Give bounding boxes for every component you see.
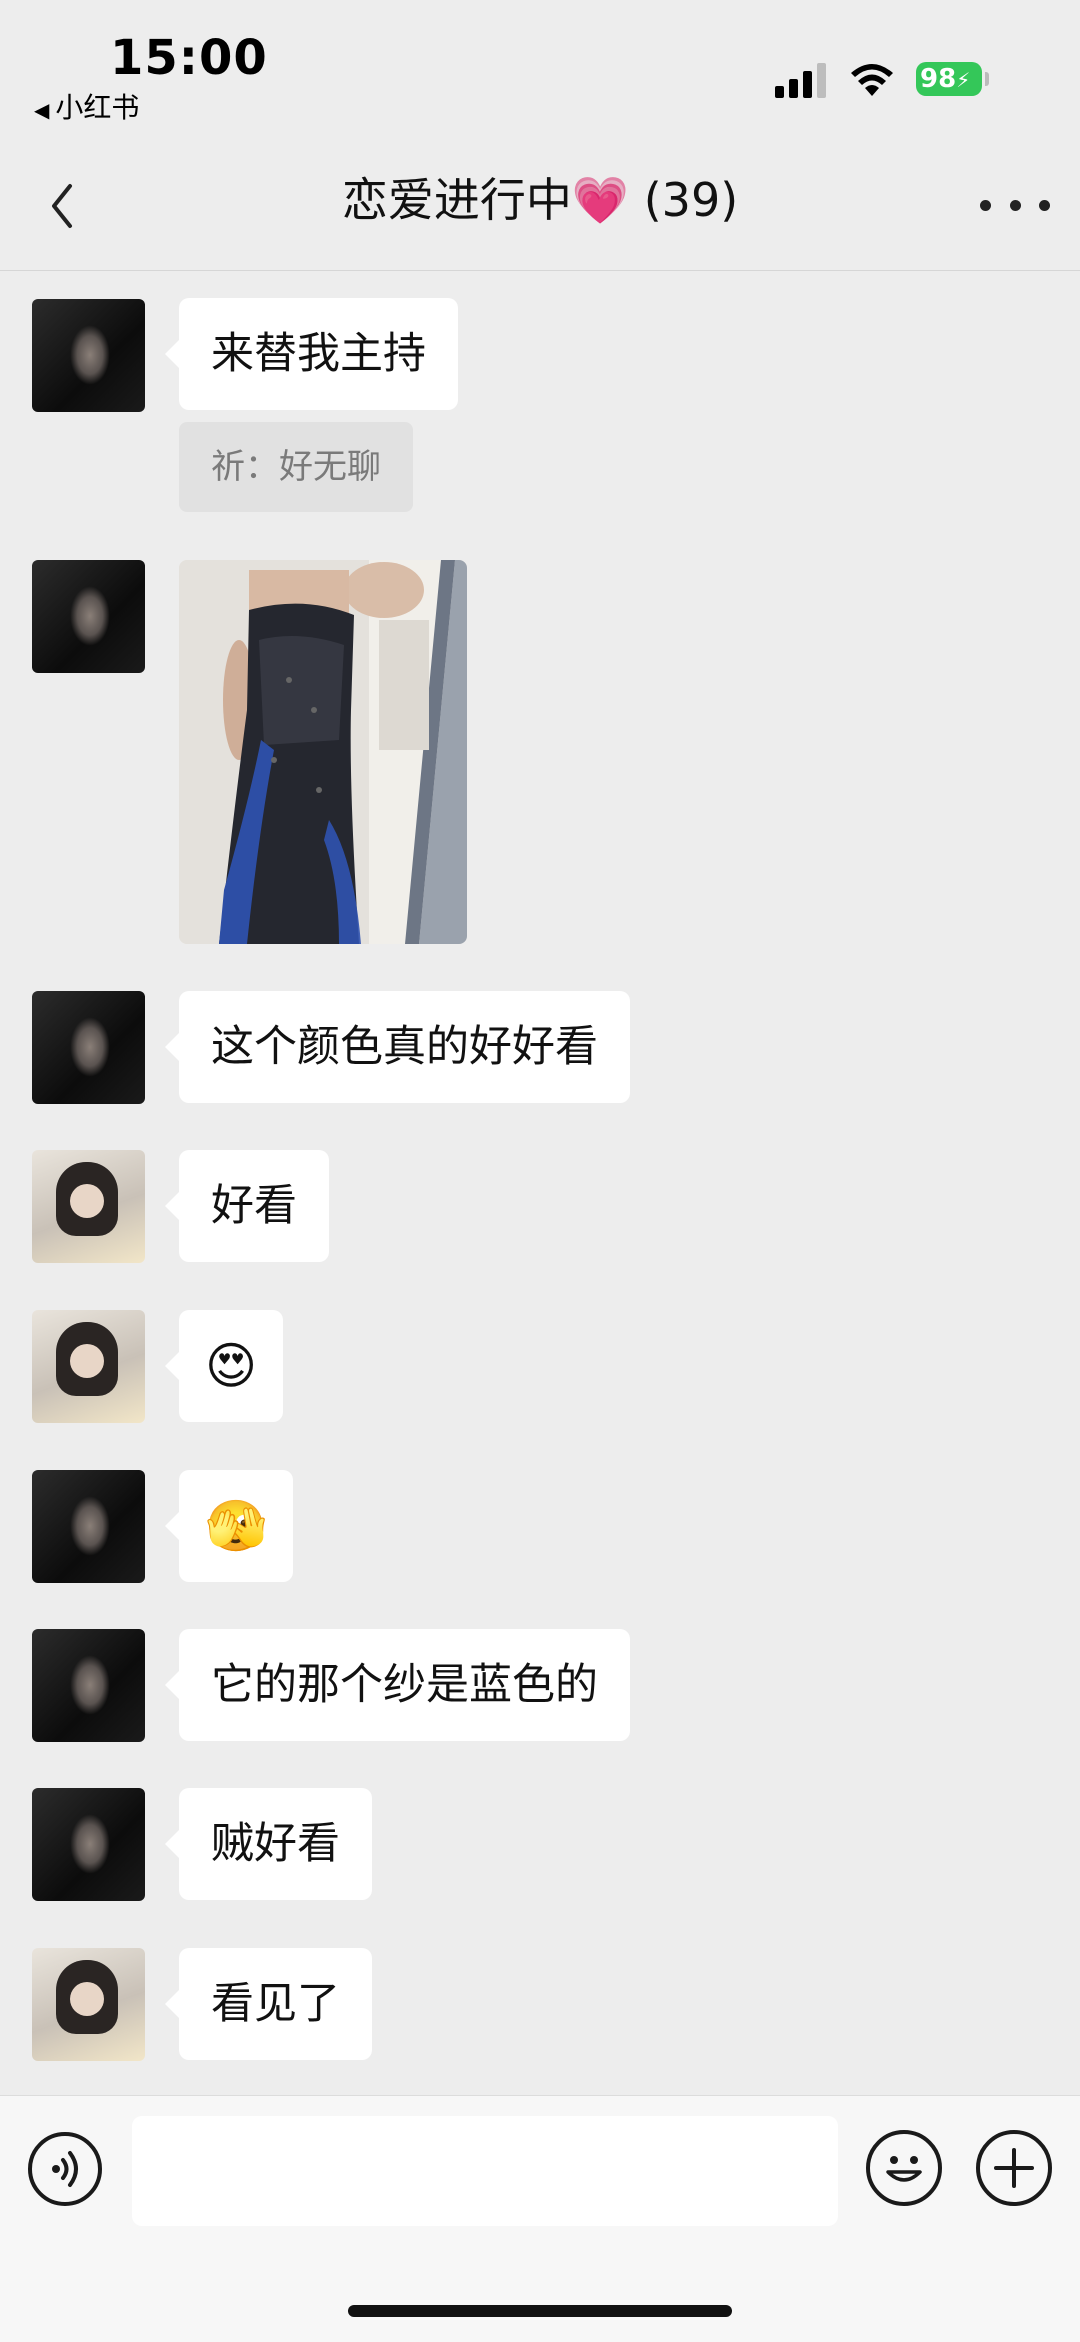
message-bubble[interactable]: 😍: [164, 1310, 284, 1422]
avatar[interactable]: [32, 1788, 145, 1901]
heart-emoji: 💗: [571, 173, 630, 227]
more-actions-button[interactable]: [976, 2130, 1052, 2206]
back-to-app-link[interactable]: ◀ 小红书: [34, 86, 139, 126]
dot-icon: [980, 199, 991, 211]
avatar[interactable]: [32, 1310, 145, 1423]
charging-bolt-icon: ⚡: [956, 68, 971, 92]
status-bar: 15:00 ◀ 小红书 98⚡: [0, 0, 1080, 140]
member-count: (39): [643, 173, 739, 227]
group-name: 恋爱进行中: [341, 173, 572, 227]
avatar[interactable]: [32, 299, 145, 412]
quoted-message[interactable]: 祈：好无聊: [179, 422, 413, 512]
message-bubble[interactable]: 来替我主持: [165, 298, 458, 410]
dress-photo[interactable]: [179, 560, 467, 944]
avatar[interactable]: [32, 1948, 145, 2061]
back-triangle-icon: ◀: [34, 98, 50, 122]
message-input[interactable]: [132, 2116, 838, 2226]
avatar[interactable]: [32, 1150, 145, 1263]
battery-indicator: 98⚡: [916, 62, 982, 96]
more-options-button[interactable]: [980, 190, 1050, 220]
wifi-icon: [851, 64, 893, 96]
message-bubble[interactable]: 它的那个纱是蓝色的: [165, 1629, 630, 1741]
chat-header: 恋爱进行中💗 (39): [0, 140, 1080, 271]
message-bubble[interactable]: 看见了: [165, 1948, 372, 2060]
battery-tip: [985, 72, 989, 86]
back-app-label: 小红书: [55, 91, 140, 124]
message-bubble[interactable]: 好看: [165, 1150, 329, 1262]
avatar[interactable]: [32, 991, 145, 1104]
home-indicator[interactable]: [348, 2305, 732, 2317]
dress-photo-drawing: [179, 560, 467, 944]
cellular-signal-icon: [775, 62, 827, 98]
message-bubble[interactable]: 这个颜色真的好好看: [165, 991, 630, 1103]
dot-icon: [1009, 199, 1021, 211]
message-bubble[interactable]: 贼好看: [165, 1788, 372, 1900]
status-time: 15:00: [110, 30, 268, 86]
smiley-icon: [886, 2156, 922, 2182]
battery-level: 98: [920, 64, 957, 94]
avatar[interactable]: [32, 1470, 145, 1583]
plus-icon: [994, 2148, 1034, 2188]
emoji-button[interactable]: [866, 2130, 942, 2206]
voice-icon: [52, 2151, 78, 2187]
avatar[interactable]: [32, 1629, 145, 1742]
chat-title: 恋爱进行中💗 (39): [0, 164, 1080, 230]
message-bubble[interactable]: 🫣: [164, 1470, 294, 1582]
avatar[interactable]: [32, 560, 145, 673]
voice-input-button[interactable]: [28, 2132, 102, 2206]
dot-icon: [1039, 199, 1050, 211]
